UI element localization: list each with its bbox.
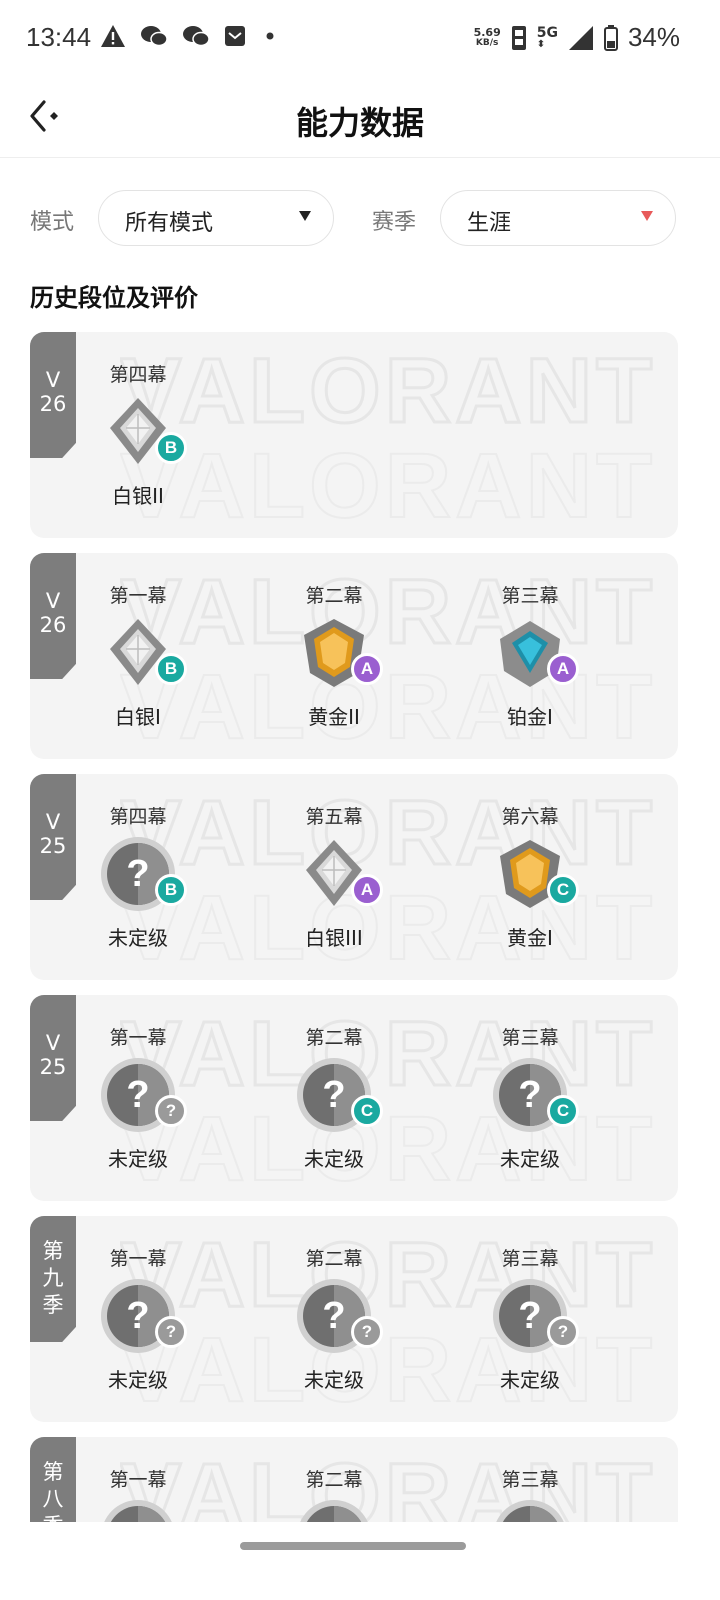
rank-name: 未定级	[304, 1147, 364, 1171]
act-item[interactable]: 第二幕? C 未定级	[254, 995, 414, 1201]
svg-text:?: ?	[322, 1295, 345, 1337]
filter-bar: 模式 所有模式 赛季 生涯	[30, 190, 680, 246]
grade-badge: ?	[547, 1316, 579, 1348]
svg-text:?: ?	[518, 1074, 541, 1116]
act-title: 第三幕	[501, 1469, 559, 1491]
mode-label: 模式	[30, 210, 75, 235]
act-item[interactable]: 第四幕? B 未定级	[58, 774, 218, 980]
act-title: 第三幕	[501, 1027, 559, 1049]
act-title: 第二幕	[305, 585, 363, 607]
rank-name: 铂金I	[507, 705, 553, 729]
network-indicator: 5G ⬍	[536, 24, 558, 50]
sim-icon	[511, 25, 526, 50]
wechat-icon	[141, 26, 168, 47]
grade-badge: B	[155, 653, 187, 685]
act-item[interactable]: 第二幕 A 黄金II	[254, 553, 414, 759]
act-title: 第一幕	[109, 1027, 167, 1049]
svg-text:?: ?	[126, 1074, 149, 1116]
act-title: 第三幕	[501, 585, 559, 607]
act-title: 第一幕	[109, 1469, 167, 1491]
top-app-bar: 能力数据	[0, 80, 720, 158]
season-value: 生涯	[467, 211, 512, 236]
season-card: VALORANT VALORANT V 26 第一幕 B 白银I 第二幕 A 黄金II 第三幕 A 铂金…	[30, 553, 678, 759]
act-title: 第二幕	[305, 1027, 363, 1049]
battery-percent: 34%	[627, 22, 680, 52]
grade-badge: C	[547, 1095, 579, 1127]
system-icons: 5.69 KB/s 5G ⬍ 34%	[474, 22, 680, 53]
mode-dropdown[interactable]: 所有模式	[98, 190, 334, 246]
rank-name: 黄金II	[308, 705, 360, 729]
grade-badge: ?	[155, 1316, 187, 1348]
act-title: 第四幕	[109, 364, 167, 386]
act-item[interactable]: 第六幕 C 黄金I	[450, 774, 610, 980]
grade-badge: B	[155, 432, 187, 464]
grade-badge: B	[155, 874, 187, 906]
act-title: 第六幕	[501, 806, 559, 828]
warning-icon	[101, 25, 125, 47]
svg-text:?: ?	[126, 853, 149, 895]
season-dropdown[interactable]: 生涯	[440, 190, 676, 246]
act-item[interactable]: 第一幕?? 未定级	[58, 1216, 218, 1422]
season-card: VALORANT VALORANT 第九季第一幕?? 未定级 第二幕?? 未定级 第三幕??…	[30, 1216, 678, 1422]
grade-badge: ?	[155, 1095, 187, 1127]
home-indicator[interactable]	[240, 1542, 466, 1550]
chevron-down-icon	[299, 211, 311, 221]
status-time: 13:44	[26, 22, 92, 52]
rank-name: 未定级	[108, 1368, 168, 1392]
act-item[interactable]: 第一幕 B 白银I	[58, 553, 218, 759]
act-item[interactable]: 第三幕?? 未定级	[450, 1216, 610, 1422]
grade-badge: ?	[351, 1316, 383, 1348]
dot-icon	[266, 32, 274, 40]
battery-icon	[603, 24, 618, 51]
act-title: 第四幕	[109, 806, 167, 828]
wechat-icon	[183, 26, 210, 47]
section-title: 历史段位及评价	[30, 284, 198, 312]
rank-name: 未定级	[500, 1147, 560, 1171]
season-card: VALORANT VALORANT V 26 第四幕 B 白银II	[30, 332, 678, 538]
rank-name: 白银I	[115, 705, 161, 729]
season-card: VALORANT VALORANT V 25 第一幕?? 未定级 第二幕? C 未定级 第三幕? C…	[30, 995, 678, 1201]
mode-value: 所有模式	[125, 211, 214, 236]
act-title: 第一幕	[109, 585, 167, 607]
act-title: 第二幕	[305, 1469, 363, 1491]
season-card: VALORANT VALORANT V 25 第四幕? B 未定级 第五幕 A 白银III 第六幕 C…	[30, 774, 678, 980]
act-item[interactable]: 第一幕?? 未定级	[58, 995, 218, 1201]
rank-name: 白银II	[112, 484, 164, 508]
act-title: 第三幕	[501, 1248, 559, 1270]
net-speed: 5.69 KB/s	[473, 26, 501, 48]
act-item[interactable]: 第二幕?? 未定级	[254, 1216, 414, 1422]
notification-icons	[100, 24, 280, 48]
grade-badge: A	[351, 653, 383, 685]
bottom-bar	[0, 1522, 720, 1600]
rank-name: 未定级	[304, 1368, 364, 1392]
signal-icon	[568, 25, 593, 50]
act-item[interactable]: 第四幕 B 白银II	[58, 332, 218, 538]
act-title: 第二幕	[305, 1248, 363, 1270]
season-label: 赛季	[372, 210, 417, 235]
status-bar: 13:44 5.69 KB/s 5G ⬍ 34%	[0, 0, 720, 80]
page-title: 能力数据	[295, 104, 424, 142]
svg-text:?: ?	[322, 1074, 345, 1116]
act-item[interactable]: 第三幕? C 未定级	[450, 995, 610, 1201]
grade-badge: C	[351, 1095, 383, 1127]
grade-badge: A	[351, 874, 383, 906]
act-item[interactable]: 第三幕 A 铂金I	[450, 553, 610, 759]
rank-name: 黄金I	[507, 926, 553, 950]
rank-name: 未定级	[108, 1147, 168, 1171]
act-title: 第五幕	[305, 806, 363, 828]
rank-name: 白银III	[305, 926, 363, 950]
svg-text:?: ?	[518, 1295, 541, 1337]
svg-text:?: ?	[126, 1295, 149, 1337]
mail-icon	[225, 26, 245, 46]
rank-name: 未定级	[108, 926, 168, 950]
chevron-down-icon	[641, 211, 653, 221]
rank-name: 未定级	[500, 1368, 560, 1392]
grade-badge: A	[547, 653, 579, 685]
act-title: 第一幕	[109, 1248, 167, 1270]
grade-badge: C	[547, 874, 579, 906]
act-item[interactable]: 第五幕 A 白银III	[254, 774, 414, 980]
